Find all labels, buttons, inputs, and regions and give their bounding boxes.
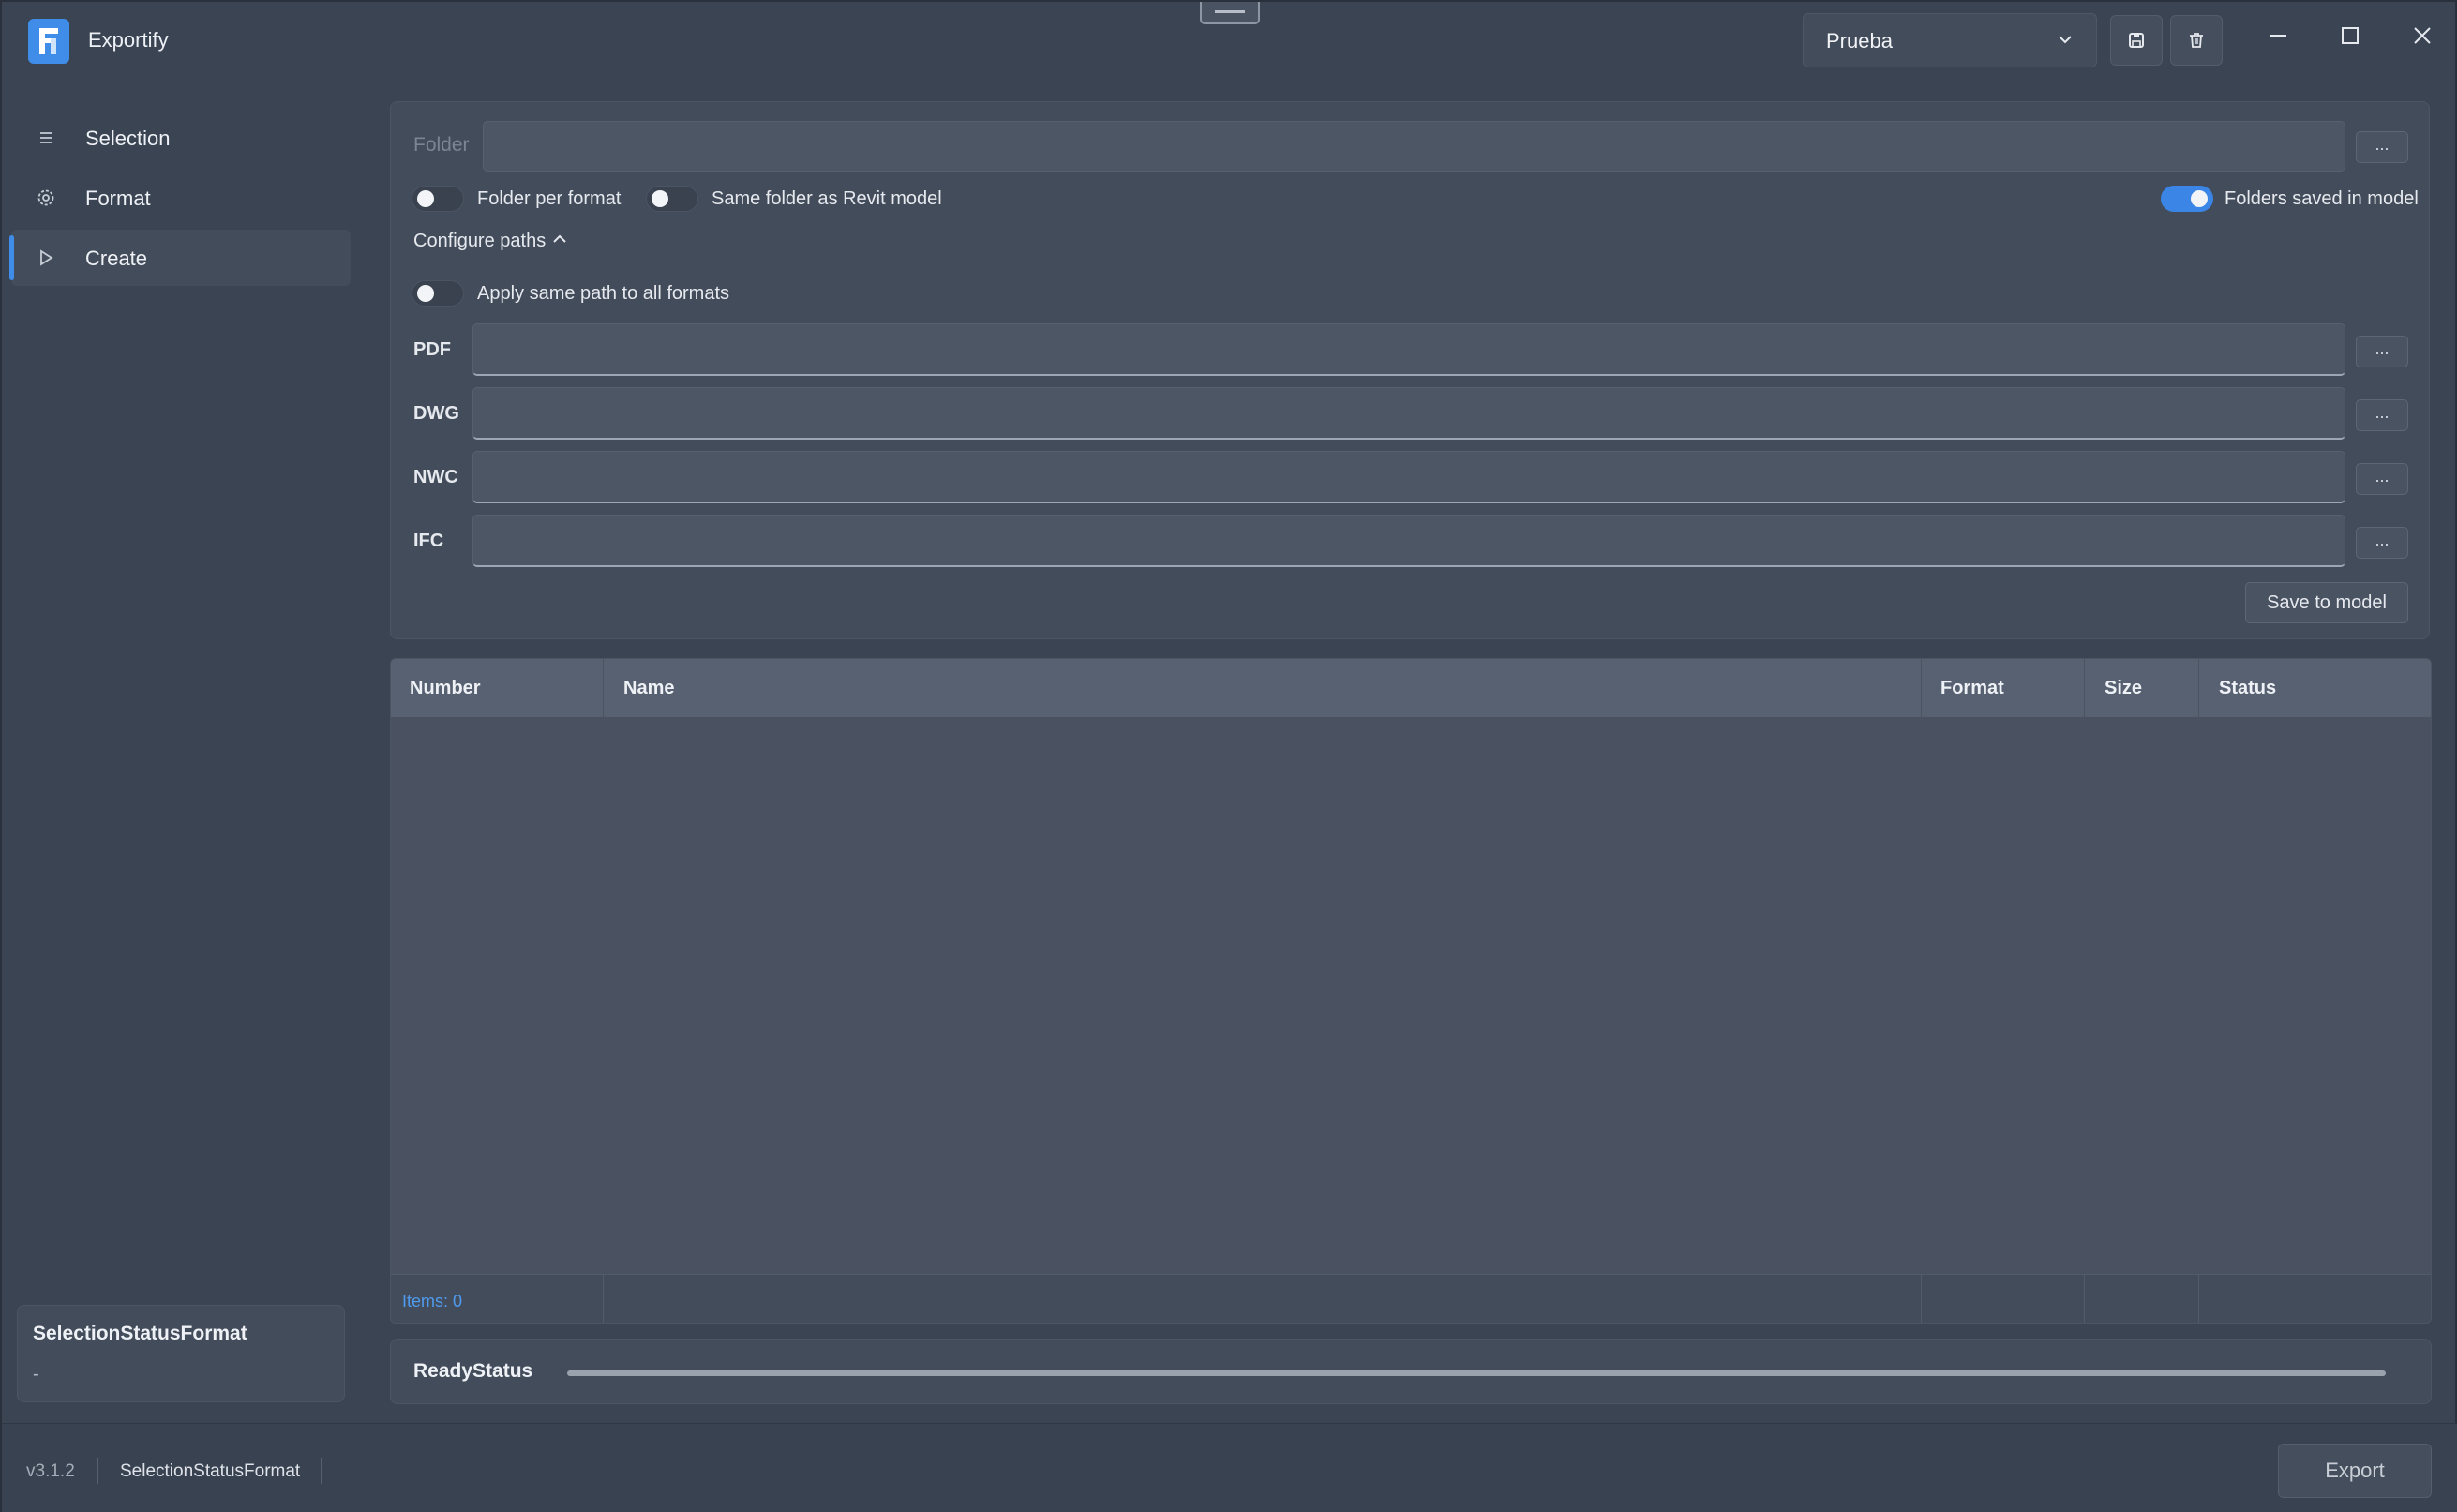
sidebar-item-label: Create — [85, 247, 148, 270]
configure-paths-label: Configure paths — [413, 231, 547, 251]
ifc-label: IFC — [413, 531, 444, 551]
same-folder-revit-label: Same folder as Revit model — [712, 188, 942, 209]
status-separator — [321, 1458, 322, 1484]
status-bar: v3.1.2 SelectionStatusFormat Export — [2, 1423, 2457, 1512]
table-header: Number Name Format Size Status — [391, 659, 2431, 717]
minimize-button[interactable] — [2259, 17, 2297, 54]
active-indicator — [9, 235, 14, 280]
pdf-browse-button[interactable]: ... — [2356, 336, 2408, 367]
sidebar-item-format[interactable]: Format — [11, 170, 351, 226]
save-icon — [2129, 33, 2144, 48]
configure-paths-toggle[interactable]: Configure paths — [413, 230, 569, 256]
selection-status-detail: - — [33, 1364, 39, 1385]
play-icon — [40, 249, 53, 266]
column-separator — [1921, 659, 1922, 717]
export-progress-bar — [567, 1370, 2386, 1376]
sidebar-item-create[interactable]: Create — [9, 230, 351, 286]
version-label: v3.1.2 — [26, 1461, 75, 1481]
column-separator — [603, 659, 604, 717]
column-header-status[interactable]: Status — [2219, 678, 2276, 699]
chevron-up-icon — [552, 234, 566, 243]
folder-per-format-label: Folder per format — [477, 188, 622, 209]
app-window: Exportify Prueba Selection Format Create… — [0, 0, 2457, 1512]
apply-same-path-label: Apply same path to all formats — [477, 283, 730, 304]
ifc-path-input[interactable] — [472, 515, 2345, 567]
profile-select[interactable]: Prueba — [1803, 13, 2097, 67]
nwc-label: NWC — [413, 467, 458, 487]
maximize-icon — [2342, 27, 2359, 44]
selection-status-card: SelectionStatusFormat - — [17, 1305, 345, 1402]
dwg-browse-button[interactable]: ... — [2356, 399, 2408, 431]
status-panel: ReadyStatus — [390, 1339, 2432, 1404]
folder-per-format-toggle[interactable] — [412, 186, 464, 212]
column-separator — [603, 1275, 604, 1323]
sidebar-item-label: Selection — [85, 127, 171, 150]
ifc-browse-button[interactable]: ... — [2356, 527, 2408, 559]
chevron-down-icon — [2059, 36, 2072, 44]
ready-status-label: ReadyStatus — [413, 1360, 533, 1382]
folders-saved-label: Folders saved in model — [2225, 188, 2419, 209]
folder-input[interactable] — [483, 121, 2345, 172]
pdf-label: PDF — [413, 339, 451, 360]
trash-icon — [2190, 33, 2203, 48]
folders-saved-toggle[interactable] — [2161, 186, 2213, 212]
nwc-browse-button[interactable]: ... — [2356, 463, 2408, 495]
column-header-size[interactable]: Size — [2105, 678, 2142, 699]
column-header-number[interactable]: Number — [410, 678, 481, 699]
dwg-label: DWG — [413, 403, 459, 424]
export-button[interactable]: Export — [2278, 1444, 2432, 1498]
export-table: Number Name Format Size Status Items: 0 — [390, 658, 2432, 1324]
save-profile-button[interactable] — [2110, 15, 2163, 66]
status-separator — [97, 1458, 98, 1484]
apply-same-path-toggle[interactable] — [412, 280, 464, 307]
table-footer: Items: 0 — [391, 1274, 2431, 1323]
close-button[interactable] — [2404, 17, 2441, 54]
column-separator — [2084, 659, 2085, 717]
dwg-path-input[interactable] — [472, 387, 2345, 440]
sidebar-item-selection[interactable]: Selection — [11, 110, 351, 166]
same-folder-revit-toggle[interactable] — [646, 186, 698, 212]
list-icon — [40, 132, 52, 143]
close-icon — [2414, 27, 2431, 44]
pdf-path-input[interactable] — [472, 323, 2345, 376]
save-to-model-button[interactable]: Save to model — [2245, 582, 2408, 623]
column-separator — [2084, 1275, 2085, 1323]
gear-icon — [37, 189, 54, 206]
paths-panel: Folder ... Folder per format Same folder… — [390, 101, 2430, 639]
profile-select-value: Prueba — [1826, 29, 1893, 52]
minimize-icon — [2270, 35, 2286, 37]
column-separator — [2198, 659, 2199, 717]
delete-profile-button[interactable] — [2170, 15, 2223, 66]
folder-label: Folder — [413, 134, 470, 156]
sidebar-item-label: Format — [85, 187, 151, 210]
column-separator — [1921, 1275, 1922, 1323]
drag-handle[interactable] — [1200, 2, 1260, 24]
items-count: Items: 0 — [402, 1292, 463, 1310]
app-title: Exportify — [88, 28, 169, 52]
app-logo-icon — [28, 19, 69, 64]
selection-status-title: SelectionStatusFormat — [33, 1323, 247, 1344]
folder-browse-button[interactable]: ... — [2356, 131, 2408, 163]
column-separator — [2198, 1275, 2199, 1323]
maximize-button[interactable] — [2331, 17, 2369, 54]
column-header-format[interactable]: Format — [1940, 678, 2004, 699]
bottom-status-text: SelectionStatusFormat — [120, 1461, 301, 1481]
column-header-name[interactable]: Name — [623, 678, 674, 699]
nwc-path-input[interactable] — [472, 451, 2345, 503]
